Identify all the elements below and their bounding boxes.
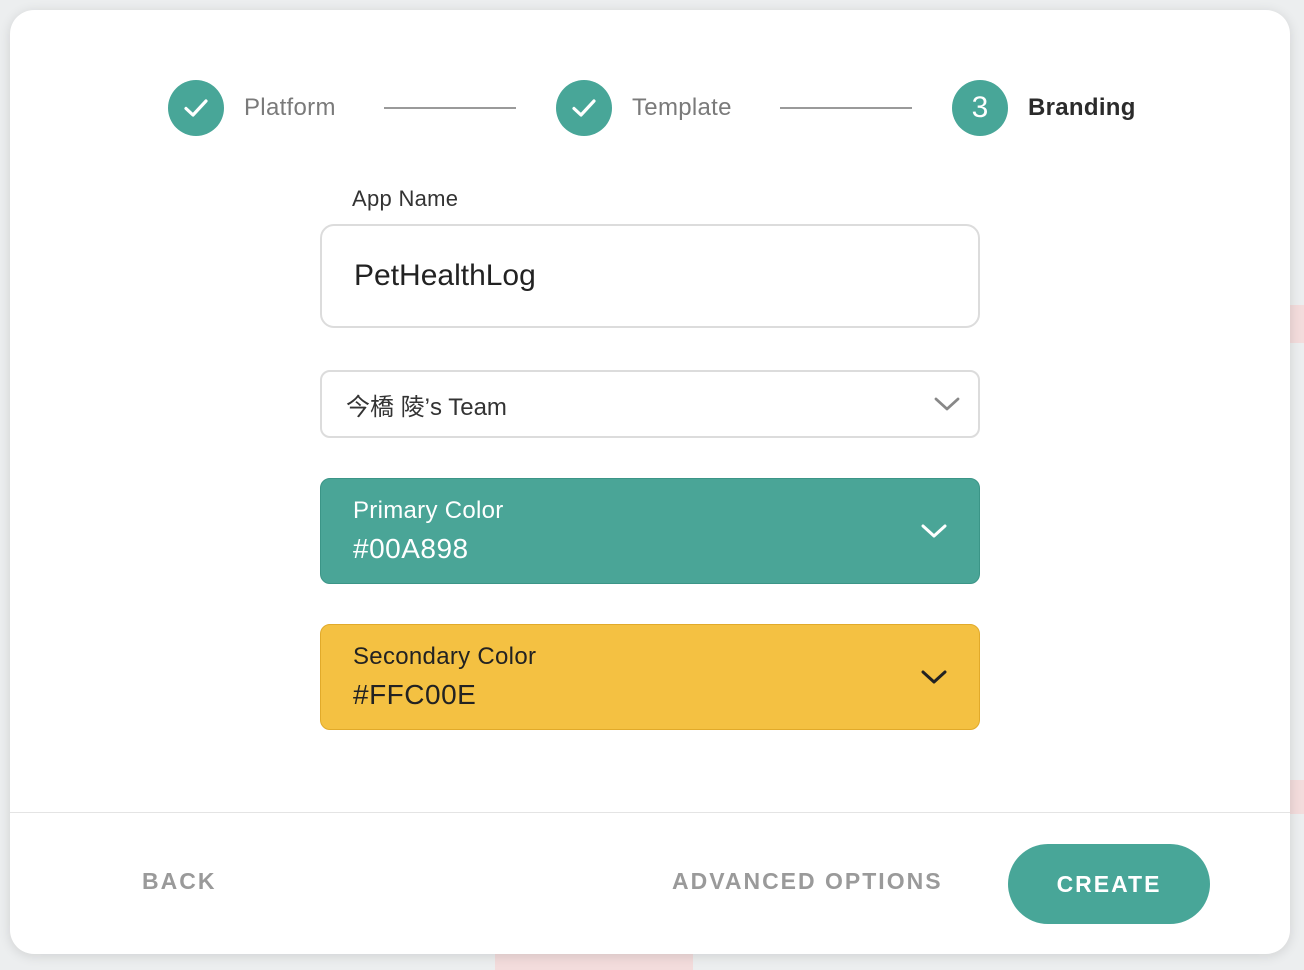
check-icon [572,99,596,117]
step-label: Platform [244,94,336,121]
step-connector [384,107,516,109]
footer-divider [10,812,1290,813]
back-button[interactable]: BACK [142,868,216,895]
step-template: Template [556,80,732,136]
step-complete-circle [168,80,224,136]
chevron-down-icon [921,670,947,684]
step-branding: 3 Branding [952,80,1136,136]
advanced-options-button[interactable]: ADVANCED OPTIONS [672,868,943,895]
step-label: Branding [1028,94,1136,121]
create-app-dialog: Platform Template 3 Branding App Name 今橋… [10,10,1290,954]
app-name-input[interactable] [320,224,980,328]
secondary-color-picker[interactable]: Secondary Color #FFC00E [320,624,980,730]
primary-color-picker[interactable]: Primary Color #00A898 [320,478,980,584]
step-complete-circle [556,80,612,136]
chevron-down-icon [934,397,960,411]
create-button[interactable]: CREATE [1008,844,1210,924]
secondary-color-value: #FFC00E [353,679,477,710]
step-connector [780,107,912,109]
step-platform: Platform [168,80,336,136]
backdrop-fragment [1290,305,1304,343]
check-icon [184,99,208,117]
backdrop-fragment [1290,780,1304,814]
primary-color-value: #00A898 [353,533,469,564]
step-label: Template [632,94,732,121]
team-select[interactable]: 今橋 陵’s Team [320,370,980,438]
backdrop-fragment [495,954,693,970]
step-number-circle: 3 [952,80,1008,136]
stepper: Platform Template 3 Branding [10,80,1290,136]
chevron-down-icon [921,524,947,538]
team-select-value: 今橋 陵’s Team [346,393,507,421]
secondary-color-label: Secondary Color [353,643,537,670]
app-name-label: App Name [352,186,459,211]
primary-color-label: Primary Color [353,497,504,524]
